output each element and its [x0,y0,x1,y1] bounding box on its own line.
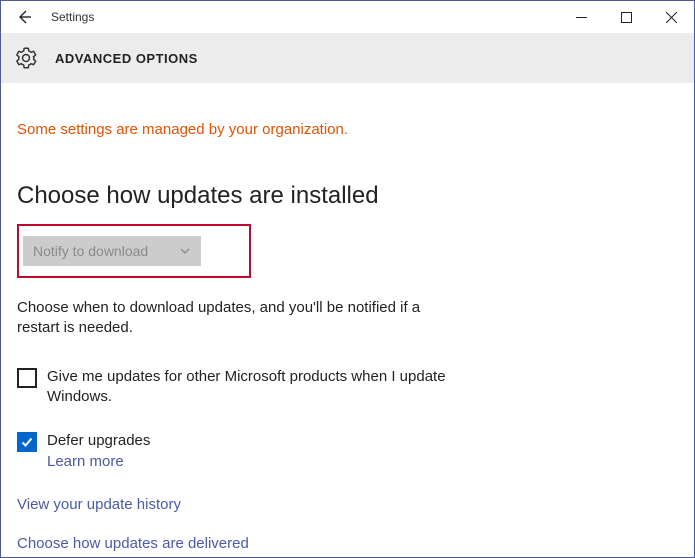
content-area: Some settings are managed by your organi… [1,83,694,552]
maximize-icon [621,12,632,23]
defer-upgrades-label: Defer upgrades [47,432,150,449]
highlight-annotation: Notify to download [17,224,251,278]
back-button[interactable] [11,4,37,30]
other-products-checkbox[interactable] [17,368,37,388]
page-title: ADVANCED OPTIONS [55,51,198,66]
updates-delivered-link[interactable]: Choose how updates are delivered [17,535,678,552]
other-products-option[interactable]: Give me updates for other Microsoft prod… [17,367,497,408]
window-title: Settings [51,10,94,24]
defer-upgrades-option[interactable]: Defer upgrades Learn more [17,431,497,470]
header-band: ADVANCED OPTIONS [1,33,694,83]
window-controls [559,2,694,32]
titlebar-left: Settings [1,4,94,30]
checkmark-icon [20,435,34,449]
org-managed-notice: Some settings are managed by your organi… [17,121,678,138]
titlebar: Settings [1,1,694,33]
defer-upgrades-checkbox[interactable] [17,432,37,452]
minimize-icon [576,12,587,23]
arrow-left-icon [15,8,33,26]
view-history-link[interactable]: View your update history [17,496,678,513]
minimize-button[interactable] [559,2,604,32]
learn-more-link[interactable]: Learn more [47,453,150,470]
other-products-label: Give me updates for other Microsoft prod… [47,367,497,408]
close-button[interactable] [649,2,694,32]
dropdown-value: Notify to download [33,243,148,259]
maximize-button[interactable] [604,2,649,32]
defer-upgrades-text: Defer upgrades Learn more [47,431,150,470]
update-mode-description: Choose when to download updates, and you… [17,298,457,339]
update-mode-dropdown: Notify to download [23,236,201,266]
chevron-down-icon [179,245,191,257]
section-heading: Choose how updates are installed [17,182,678,210]
close-icon [666,12,677,23]
gear-icon [15,47,37,69]
